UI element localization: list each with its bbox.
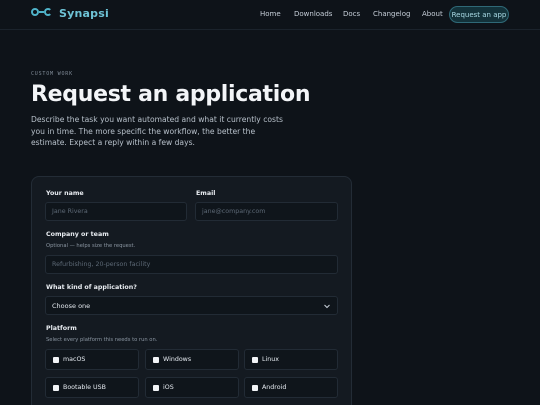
platform-option-linux[interactable]: Linux [244,349,338,370]
name-field[interactable]: Jane Rivera [45,202,187,221]
platform-hint: Select every platform this needs to run … [46,337,158,343]
top-nav: Synapsi Home Downloads Docs Changelog Ab… [0,0,540,30]
platform-option-windows[interactable]: Windows [145,349,239,370]
platform-option-ios[interactable]: iOS [145,377,239,398]
nav-link-changelog[interactable]: Changelog [373,10,410,18]
email-field[interactable]: jane@company.com [195,202,338,221]
brand-name: Synapsi [59,6,109,20]
platform-option-android[interactable]: Android [244,377,338,398]
checkbox[interactable] [153,356,159,363]
nav-link-home[interactable]: Home [260,10,281,18]
platform-option-label: Bootable USB [63,384,106,391]
nav-link-docs[interactable]: Docs [343,10,360,18]
name-label: Your name [46,190,84,197]
request-form: Your name Jane Rivera Email jane@company… [31,176,352,405]
email-label: Email [196,190,216,197]
platform-option-label: Linux [262,356,279,363]
brand[interactable]: Synapsi [31,6,109,20]
kind-select[interactable]: Choose one [45,296,338,315]
company-hint: Optional — helps size the request. [46,243,136,249]
company-field[interactable]: Refurbishing, 20-person facility [45,255,338,274]
checkbox[interactable] [53,356,59,363]
nav-link-downloads[interactable]: Downloads [294,10,332,18]
page-title: Request an application [31,82,311,107]
platform-option-label: Windows [163,356,192,363]
request-app-button[interactable]: Request an app [449,6,509,23]
synapsi-logo-icon [31,6,52,20]
kind-select-value: Choose one [52,301,91,310]
checkbox[interactable] [53,384,59,391]
checkbox[interactable] [252,384,258,391]
platform-option-bootable-usb[interactable]: Bootable USB [45,377,139,398]
eyebrow: CUSTOM WORK [31,71,73,77]
checkbox[interactable] [153,384,159,391]
platform-label: Platform [46,325,77,332]
platform-option-macos[interactable]: macOS [45,349,139,370]
kind-label: What kind of application? [46,284,137,291]
platform-option-label: Android [262,384,287,391]
company-label: Company or team [46,231,109,238]
platform-option-label: macOS [63,356,86,363]
checkbox[interactable] [252,356,258,363]
page-description: Describe the task you want automated and… [31,115,283,147]
chevron-down-icon [324,304,330,309]
platform-option-label: iOS [163,384,174,391]
nav-link-about[interactable]: About [422,10,443,18]
